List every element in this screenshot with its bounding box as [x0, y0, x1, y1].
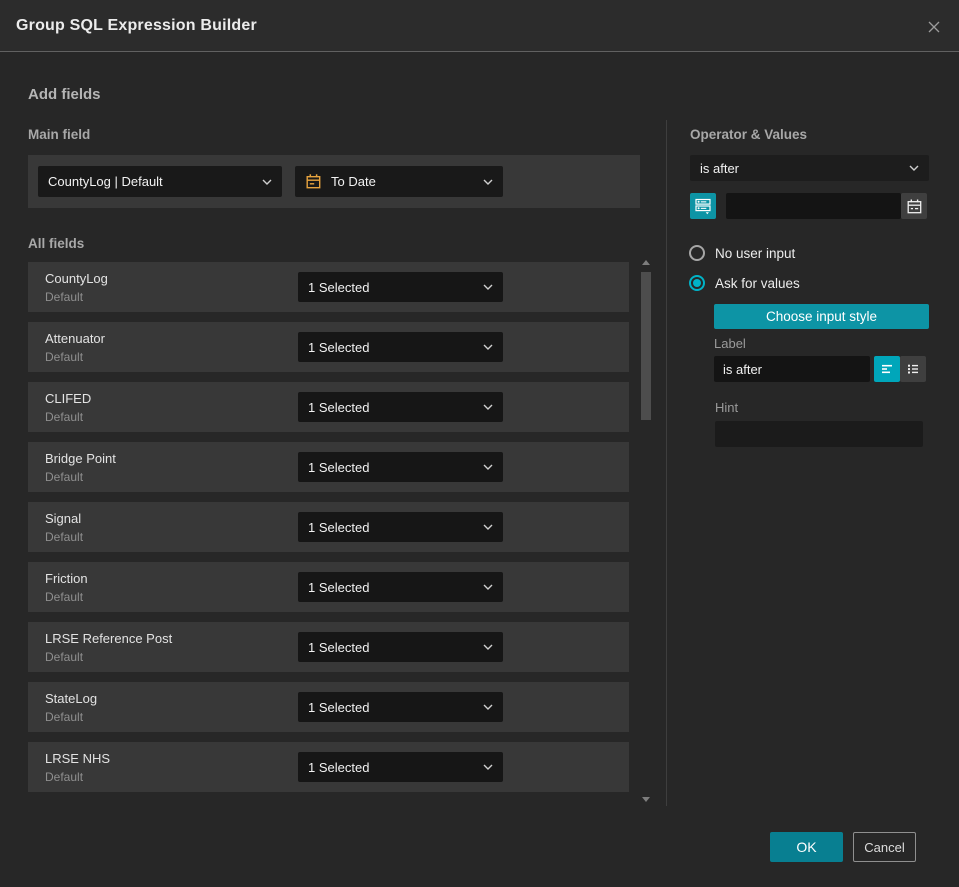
chevron-down-icon	[483, 704, 493, 710]
selected-count: 1 Selected	[308, 279, 370, 295]
value-input[interactable]	[726, 193, 901, 219]
calendar-icon	[305, 173, 322, 190]
ok-button[interactable]: OK	[770, 832, 843, 862]
selected-count: 1 Selected	[308, 759, 370, 775]
list-scrollbar	[641, 256, 651, 806]
field-values-dropdown[interactable]: 1 Selected	[298, 572, 503, 602]
field-row: LRSE NHS Default 1 Selected	[28, 742, 629, 792]
calendar-icon[interactable]	[901, 193, 927, 219]
main-field-source-value: CountyLog | Default	[48, 174, 163, 189]
all-fields-list: CountyLog Default 1 Selected Attenuator …	[28, 262, 629, 802]
main-field-panel: CountyLog | Default To Date	[28, 155, 640, 208]
main-field-type-value: To Date	[331, 174, 376, 189]
radio-circle-icon	[689, 245, 705, 261]
scroll-down-arrow-icon[interactable]	[642, 797, 650, 802]
hint-field-label: Hint	[715, 400, 739, 415]
close-icon[interactable]	[921, 14, 947, 40]
operator-values-heading: Operator & Values	[690, 127, 808, 142]
main-field-source-dropdown[interactable]: CountyLog | Default	[38, 166, 282, 197]
selected-count: 1 Selected	[308, 339, 370, 355]
chevron-down-icon	[483, 524, 493, 530]
field-row: StateLog Default 1 Selected	[28, 682, 629, 732]
field-row: Friction Default 1 Selected	[28, 562, 629, 612]
all-fields-heading: All fields	[28, 236, 85, 251]
chevron-down-icon	[262, 179, 272, 185]
dialog-title: Group SQL Expression Builder	[16, 16, 257, 34]
hint-input[interactable]	[715, 421, 923, 447]
radio-circle-selected-icon	[689, 275, 705, 291]
field-values-dropdown[interactable]: 1 Selected	[298, 272, 503, 302]
cancel-button[interactable]: Cancel	[853, 832, 916, 862]
align-left-icon[interactable]	[874, 356, 900, 382]
field-values-dropdown[interactable]: 1 Selected	[298, 452, 503, 482]
chevron-down-icon	[483, 404, 493, 410]
operator-dropdown[interactable]: is after	[690, 155, 929, 181]
field-values-dropdown[interactable]: 1 Selected	[298, 392, 503, 422]
chevron-down-icon	[483, 284, 493, 290]
chevron-down-icon	[483, 764, 493, 770]
chevron-down-icon	[483, 464, 493, 470]
field-values-dropdown[interactable]: 1 Selected	[298, 692, 503, 722]
field-row: Attenuator Default 1 Selected	[28, 322, 629, 372]
field-values-dropdown[interactable]: 1 Selected	[298, 512, 503, 542]
title-bar: Group SQL Expression Builder	[0, 0, 959, 52]
chevron-down-icon	[909, 165, 919, 171]
main-field-heading: Main field	[28, 127, 91, 142]
label-input[interactable]	[714, 356, 870, 382]
chevron-down-icon	[483, 179, 493, 185]
radio-label: Ask for values	[715, 275, 800, 291]
selected-count: 1 Selected	[308, 579, 370, 595]
selected-count: 1 Selected	[308, 459, 370, 475]
scroll-up-arrow-icon[interactable]	[642, 260, 650, 265]
field-row: LRSE Reference Post Default 1 Selected	[28, 622, 629, 672]
add-fields-heading: Add fields	[28, 86, 101, 103]
selected-count: 1 Selected	[308, 399, 370, 415]
chevron-down-icon	[483, 344, 493, 350]
value-set-icon[interactable]	[690, 193, 716, 219]
radio-no-user-input[interactable]: No user input	[689, 245, 795, 261]
field-row: CLIFED Default 1 Selected	[28, 382, 629, 432]
field-values-dropdown[interactable]: 1 Selected	[298, 752, 503, 782]
choose-input-style-button[interactable]: Choose input style	[714, 304, 929, 329]
field-values-dropdown[interactable]: 1 Selected	[298, 332, 503, 362]
radio-ask-for-values[interactable]: Ask for values	[689, 275, 800, 291]
panel-divider	[666, 120, 667, 806]
label-field-label: Label	[714, 336, 746, 351]
main-field-type-dropdown[interactable]: To Date	[295, 166, 503, 197]
selected-count: 1 Selected	[308, 639, 370, 655]
field-row: Signal Default 1 Selected	[28, 502, 629, 552]
group-sql-expression-builder-dialog: Group SQL Expression Builder Add fields …	[0, 0, 959, 887]
selected-count: 1 Selected	[308, 519, 370, 535]
list-icon[interactable]	[900, 356, 926, 382]
selected-count: 1 Selected	[308, 699, 370, 715]
field-row: Bridge Point Default 1 Selected	[28, 442, 629, 492]
chevron-down-icon	[483, 584, 493, 590]
chevron-down-icon	[483, 644, 493, 650]
operator-value: is after	[700, 160, 740, 176]
field-values-dropdown[interactable]: 1 Selected	[298, 632, 503, 662]
field-row: CountyLog Default 1 Selected	[28, 262, 629, 312]
scrollbar-thumb[interactable]	[641, 272, 651, 420]
radio-label: No user input	[715, 245, 796, 261]
